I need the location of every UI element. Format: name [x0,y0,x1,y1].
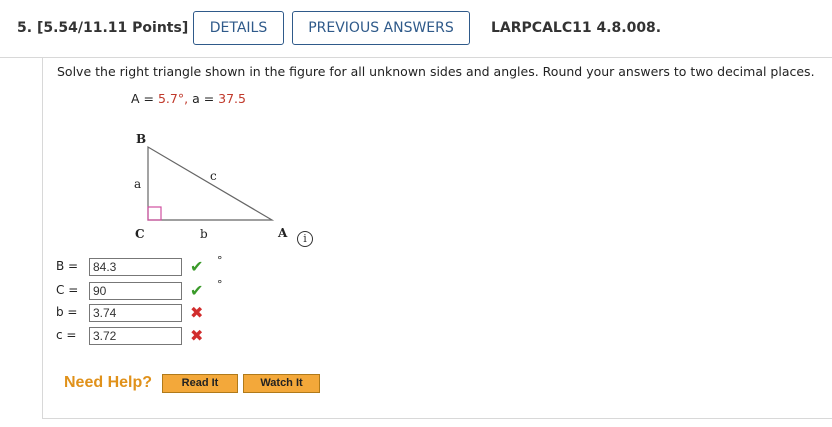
read-it-button[interactable]: Read It [162,374,238,393]
answer-input-C[interactable]: 90 [89,282,182,300]
side-b-label: b [200,227,208,241]
info-icon[interactable]: i [297,231,313,247]
degree-unit: ° [217,278,223,291]
answer-input-B[interactable]: 84.3 [89,258,182,276]
check-icon: ✔ [190,281,204,300]
vertex-B-label: B [136,132,146,146]
side-a-label: a [134,177,141,191]
right-angle-marker [147,206,162,221]
watch-it-button[interactable]: Watch It [243,374,320,393]
check-icon: ✔ [190,257,204,276]
triangle-shape [147,145,275,221]
cross-icon: ✖ [190,303,204,322]
side-c-label: c [210,169,217,183]
degree-unit: ° [217,254,223,267]
triangle-figure: B a c C b A [134,132,288,241]
need-help-label: Need Help? [64,374,153,391]
answer-input-c[interactable]: 3.72 [89,327,182,345]
vertex-A-label: A [277,226,288,240]
cross-icon: ✖ [190,326,204,345]
answer-input-b[interactable]: 3.74 [89,304,182,322]
vertex-C-label: C [135,227,145,241]
